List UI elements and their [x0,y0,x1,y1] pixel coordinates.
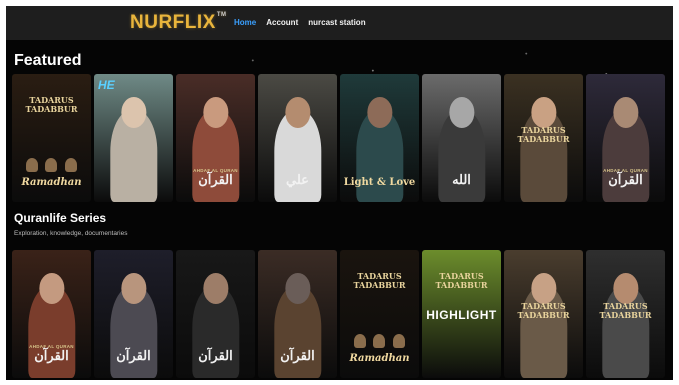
featured-card[interactable]: TADARUS TADABBUR [504,74,583,202]
series-row: AHDAF AL QURAN القرآن القرآن القرآن القرآن TA… [12,250,665,378]
nav-links: Home Account nurcast station [234,18,366,27]
series-heading: Quranlife Series [14,211,107,225]
highlight-label: HIGHLIGHT [426,308,497,322]
presenter-head [202,97,229,128]
featured-row: TADARUS TADABBUR Ramadhan HE AHDAF AL QURAN ا… [12,74,665,202]
card-caption: القرآن [258,349,337,364]
logo-text: NURFLIX [130,12,216,33]
series-card[interactable]: القرآن [94,250,173,378]
featured-card[interactable]: AHDAF AL QURAN القرآن [176,74,255,202]
series-logo: TADARUS TADABBUR [504,302,583,320]
nav-link-account[interactable]: Account [266,18,298,27]
presenter-head [530,273,557,304]
series-logo: TADARUS TADABBUR [12,96,91,114]
nav-link-home[interactable]: Home [234,18,256,27]
nurflix-logo[interactable]: NURFLIXTM [130,12,227,34]
series-card[interactable]: TADARUS TADABBUR [586,250,665,378]
logo-line-bottom: TADABBUR [353,280,406,290]
logo-line-bottom: TADABBUR [517,134,570,144]
featured-card[interactable]: AHDAF AL QURAN القرآن [586,74,665,202]
logo-line-bottom: TADABBUR [599,310,652,320]
script-text: Ramadhan [349,353,410,364]
presenter-head [120,273,147,304]
card-caption: AHDAF AL QURAN القرآن [12,344,91,364]
script-caption: Ramadhan [12,177,91,188]
presenter-head [366,97,393,128]
caption-arabic: الله [452,173,471,188]
presenter-head [448,97,475,128]
presenter-head [38,273,65,304]
series-card[interactable]: القرآن [176,250,255,378]
card-caption: علي [258,173,337,188]
host-portraits [22,158,81,172]
host-portrait [393,334,406,348]
series-card[interactable]: AHDAF AL QURAN القرآن [12,250,91,378]
host-portrait [353,334,366,348]
presenter-head [202,273,229,304]
host-portrait [65,158,78,172]
series-card[interactable]: TADARUS TADABBUR HIGHLIGHT [422,250,501,378]
presenter-head [284,273,311,304]
caption-arabic: القرآن [198,173,233,188]
presenter-head [120,97,147,128]
series-card[interactable]: القرآن [258,250,337,378]
logo-line-bottom: TADABBUR [517,310,570,320]
host-portrait [45,158,58,172]
caption-arabic: القرآن [34,349,69,364]
series-subtitle: Exploration, knowledge, documentaries [14,230,128,237]
caption-arabic: علي [286,173,309,188]
featured-card[interactable]: TADARUS TADABBUR Ramadhan [12,74,91,202]
card-caption: القرآن [176,349,255,364]
card-caption: القرآن [94,349,173,364]
presenter-head [612,273,639,304]
series-logo: TADARUS TADABBUR [422,272,501,290]
presenter-head [612,97,639,128]
series-card[interactable]: TADARUS TADABBUR Ramadhan [340,250,419,378]
featured-heading: Featured [14,52,82,69]
series-card[interactable]: TADARUS TADABBUR [504,250,583,378]
caption-arabic: القرآن [116,349,151,364]
logo-line-bottom: TADABBUR [435,280,488,290]
host-portrait [25,158,38,172]
top-nav: NURFLIXTM Home Account nurcast station [6,6,673,40]
presenter-head [530,97,557,128]
card-caption: AHDAF AL QURAN القرآن [176,168,255,188]
series-logo: TADARUS TADABBUR [504,126,583,144]
card-caption: AHDAF AL QURAN القرآن [586,168,665,188]
logo-line-bottom: TADABBUR [25,104,78,114]
host-portraits [350,334,409,348]
card-badge: HE [98,78,115,92]
caption-arabic: القرآن [198,349,233,364]
featured-card[interactable]: الله [422,74,501,202]
card-caption: الله [422,173,501,188]
script-caption: Ramadhan [340,353,419,364]
nav-link-nurcast-station[interactable]: nurcast station [308,18,365,27]
caption-arabic: القرآن [280,349,315,364]
featured-card[interactable]: HE [94,74,173,202]
card-caption: Light & Love [340,177,419,188]
script-text: Ramadhan [21,177,82,188]
trademark-mark: TM [216,12,227,18]
featured-card[interactable]: Light & Love [340,74,419,202]
series-logo: TADARUS TADABBUR [586,302,665,320]
app-window: NURFLIXTM Home Account nurcast station F… [6,6,673,380]
featured-card[interactable]: علي [258,74,337,202]
caption-arabic: القرآن [608,173,643,188]
presenter-head [284,97,311,128]
series-logo: TADARUS TADABBUR [340,272,419,290]
host-portrait [373,334,386,348]
caption-latin: Light & Love [343,177,416,188]
